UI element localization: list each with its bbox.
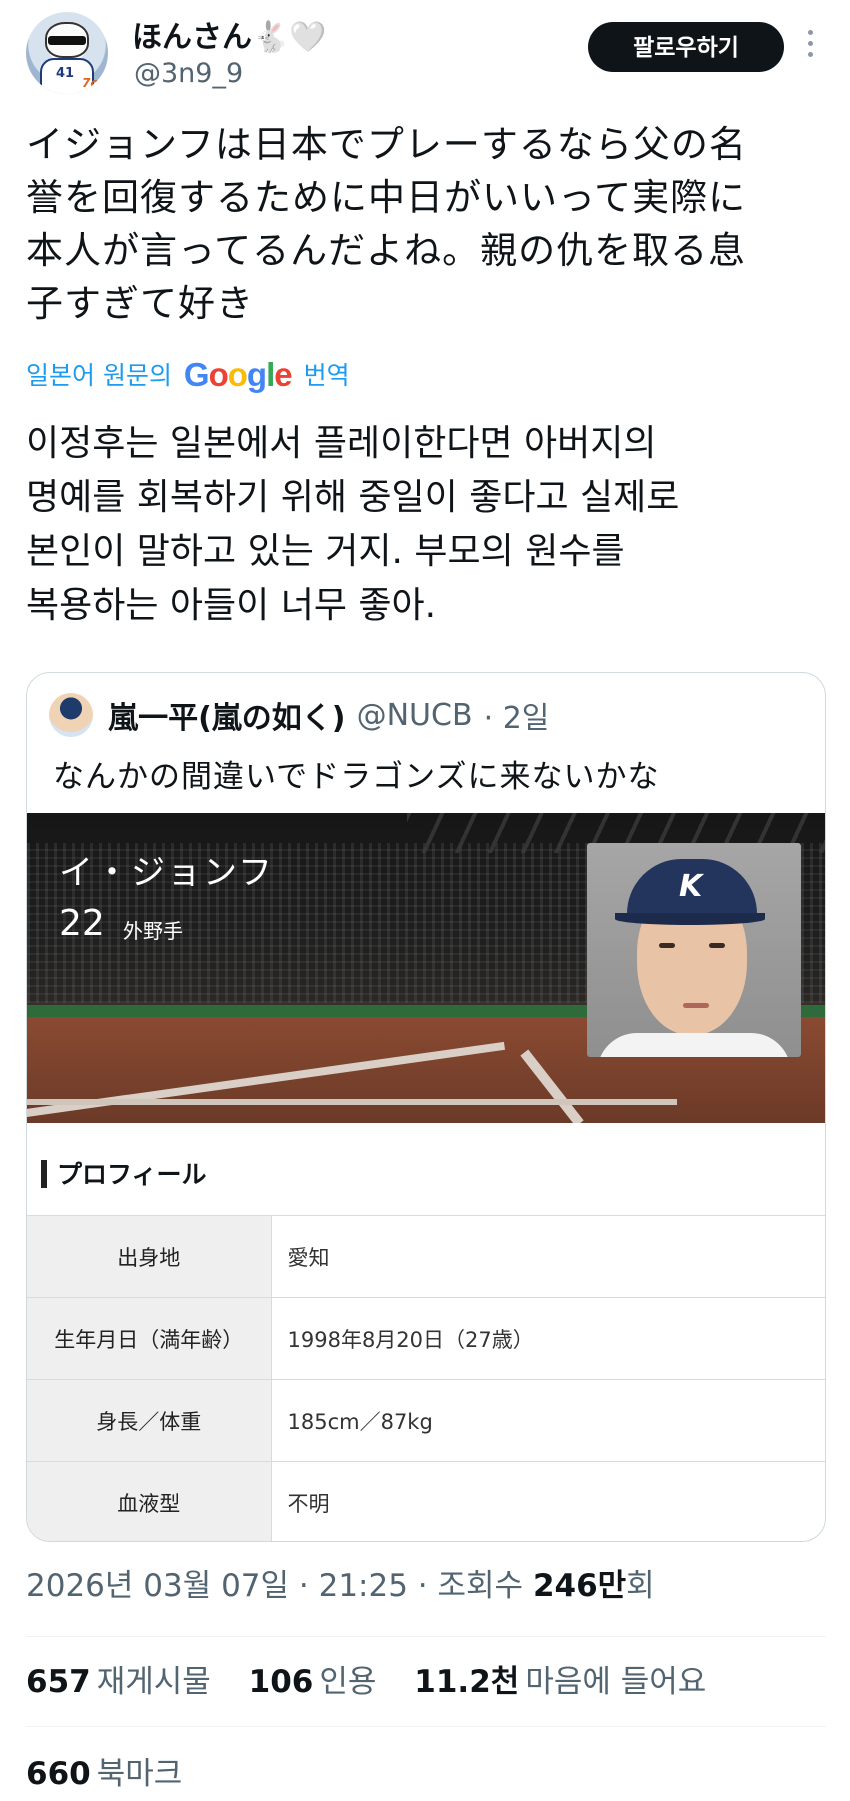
quoted-author-name[interactable]: 嵐一平(嵐の如く) [108, 701, 345, 736]
bookmarks-stat[interactable]: 660 북마크 [26, 1748, 182, 1793]
translation-line: 본인이 말하고 있는 거지. 부모의 원수를 [26, 531, 625, 572]
profile-value: 不明 [271, 1461, 825, 1541]
view-count: 246만 [532, 1568, 627, 1604]
avatar-number: 41 [56, 66, 75, 81]
profile-key: 身長／体重 [27, 1379, 272, 1462]
quoted-tweet-text: なんかの間違いでドラゴンズに来ないかな [53, 759, 660, 795]
table-row: 出身地 愛知 [27, 1215, 825, 1298]
field-line [27, 1099, 677, 1105]
tweet-meta: 2026년 03월 07일 · 21:25 · 조회수 246만회 [26, 1560, 655, 1605]
tweet-line: 誉を回復するために中日がいいって実際に [26, 176, 747, 219]
translation-suffix: 번역 [303, 361, 350, 390]
likes-stat[interactable]: 11.2천 마음에 들어요 [414, 1664, 734, 1700]
translated-text: 이정후는 일본에서 플레이한다면 아버지의 명예를 회복하기 위해 중일이 좋다… [26, 417, 826, 633]
view-count-suffix: 회 [626, 1568, 655, 1604]
tweet-header: 41 7cm ほんさん🐇🤍 @3n9_9 팔로우하기 [0, 0, 850, 110]
profile-key: 出身地 [27, 1215, 272, 1298]
player-name: イ・ジョンフ [59, 853, 274, 893]
tweet-text: イジョンフは日本でプレーするなら父の名 誉を回復するために中日がいいって実際に … [26, 118, 826, 330]
quotes-stat[interactable]: 106 인용 [249, 1664, 405, 1700]
likes-label: 마음에 들어요 [525, 1664, 707, 1700]
cap-logo: K [679, 869, 703, 904]
translation-line: 복용하는 아들이 너무 좋아. [26, 585, 437, 626]
quoted-author-avatar[interactable] [49, 693, 93, 737]
divider [26, 1726, 826, 1727]
profile-value: 1998年8月20日（27歳） [271, 1297, 825, 1380]
player-eye [709, 943, 725, 948]
translation-line: 이정후는 일본에서 플레이한다면 아버지의 [26, 423, 657, 464]
profile-table: 出身地 愛知 生年月日（満年齢） 1998年8月20日（27歳） 身長／体重 1… [27, 1215, 825, 1541]
author-avatar[interactable]: 41 7cm [26, 12, 108, 94]
divider [26, 1636, 826, 1637]
profile-value: 185cm／87kg [271, 1379, 825, 1462]
follow-button[interactable]: 팔로우하기 [588, 22, 784, 72]
quotes-count: 106 [248, 1664, 314, 1700]
bookmarks-label: 북마크 [96, 1756, 183, 1792]
author-display-name[interactable]: ほんさん🐇🤍 [132, 12, 327, 56]
quoted-author-handle[interactable]: @NUCB [357, 698, 473, 733]
quoted-tweet-card[interactable]: 嵐一平(嵐の如く) @NUCB · 2일 なんかの間違いでドラゴンズに来ないかな… [26, 672, 826, 1542]
player-mouth [683, 1003, 709, 1008]
avatar-glasses [48, 36, 86, 45]
player-shirt [597, 1033, 791, 1057]
profile-section-title: プロフィール [41, 1155, 207, 1191]
profile-key: 血液型 [27, 1461, 272, 1541]
translation-line: 명예를 회복하기 위해 중일이 좋다고 실제로 [26, 477, 680, 518]
translation-prefix: 일본어 원문의 [26, 361, 172, 390]
tweet-line: 子すぎて好き [26, 282, 254, 325]
player-eye [659, 943, 675, 948]
profile-key: 生年月日（満年齢） [27, 1297, 272, 1380]
engagement-stats: 657 재게시물 106 인용 11.2천 마음에 들어요 [26, 1656, 734, 1701]
tweet-datetime[interactable]: 2026년 03월 07일 · 21:25 · 조회수 [26, 1568, 533, 1604]
more-options-icon[interactable] [804, 30, 816, 64]
tweet-line: 本人が言ってるんだよね。親の仇を取る息 [26, 229, 747, 272]
tweet-line: イジョンフは日本でプレーするなら父の名 [26, 123, 747, 166]
table-row: 生年月日（満年齢） 1998年8月20日（27歳） [27, 1297, 825, 1380]
translation-link[interactable]: 일본어 원문의 Google 번역 [26, 356, 350, 394]
likes-count: 11.2천 [414, 1664, 520, 1700]
reposts-label: 재게시물 [96, 1664, 211, 1700]
bookmarks-count: 660 [26, 1756, 91, 1792]
avatar-tag: 7cm [82, 76, 108, 90]
quotes-label: 인용 [319, 1664, 377, 1700]
table-row: 血液型 不明 [27, 1461, 825, 1541]
player-cap-visor [615, 913, 765, 925]
reposts-count: 657 [26, 1664, 91, 1700]
google-logo-icon: Google [183, 356, 293, 393]
player-position: 外野手 [123, 919, 183, 943]
quoted-tweet-header: 嵐一平(嵐の如く) @NUCB · 2일 [49, 693, 549, 743]
author-handle[interactable]: @3n9_9 [134, 58, 243, 89]
player-photo: K [587, 843, 801, 1057]
profile-value: 愛知 [271, 1215, 825, 1298]
table-row: 身長／体重 185cm／87kg [27, 1379, 825, 1462]
player-banner-image[interactable]: イ・ジョンフ 22 外野手 K [27, 813, 825, 1123]
quoted-tweet-time: · 2일 [483, 701, 550, 736]
reposts-stat[interactable]: 657 재게시물 [26, 1664, 239, 1700]
player-number: 22 [59, 903, 105, 944]
